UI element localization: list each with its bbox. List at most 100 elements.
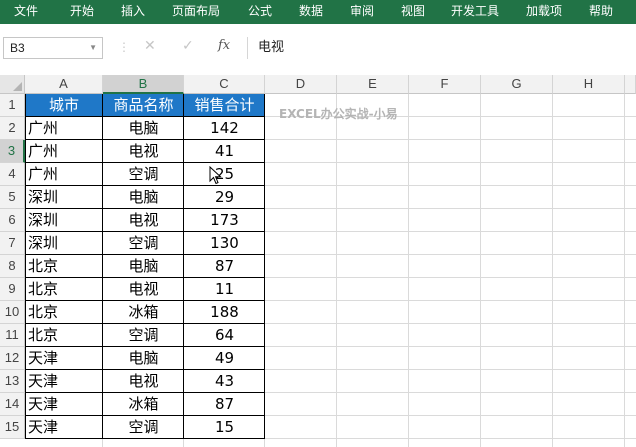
cell-city[interactable]: 北京 (25, 301, 103, 324)
column-header-h[interactable]: H (553, 75, 625, 94)
header-sales[interactable]: 销售合计 (184, 94, 265, 117)
cell-product[interactable]: 电脑 (103, 347, 184, 370)
cell-sales[interactable]: 15 (184, 416, 265, 439)
cell-city[interactable]: 广州 (25, 163, 103, 186)
cell-city[interactable]: 广州 (25, 117, 103, 140)
row-header-15[interactable]: 15 (0, 416, 25, 439)
tab-addins[interactable]: 加载项 (526, 0, 562, 24)
table-border (25, 185, 265, 186)
column-header-g[interactable]: G (481, 75, 553, 94)
cell-city[interactable]: 天津 (25, 370, 103, 393)
cell-sales[interactable]: 25 (184, 163, 265, 186)
cell-sales[interactable]: 130 (184, 232, 265, 255)
table-border (25, 254, 265, 255)
row-header-10[interactable]: 10 (0, 301, 25, 324)
row-header-12[interactable]: 12 (0, 347, 25, 370)
cell-city[interactable]: 天津 (25, 416, 103, 439)
table-border (102, 94, 103, 439)
tab-file[interactable]: 文件 (14, 0, 38, 24)
table-border (264, 94, 265, 439)
tab-view[interactable]: 视图 (401, 0, 425, 24)
cell-product[interactable]: 空调 (103, 416, 184, 439)
cell-product[interactable]: 空调 (103, 324, 184, 347)
fx-icon[interactable]: fx (218, 38, 230, 53)
row-header-3[interactable]: 3 (0, 140, 25, 163)
row-header-4[interactable]: 4 (0, 163, 25, 186)
column-header-d[interactable]: D (265, 75, 337, 94)
row-header-11[interactable]: 11 (0, 324, 25, 347)
cell-sales[interactable]: 64 (184, 324, 265, 347)
chevron-down-icon[interactable]: ▼ (89, 38, 97, 58)
cell-sales[interactable]: 142 (184, 117, 265, 140)
cell-city[interactable]: 深圳 (25, 232, 103, 255)
close-icon[interactable]: ✕ (144, 38, 156, 54)
tab-review[interactable]: 审阅 (350, 0, 374, 24)
cell-city[interactable]: 北京 (25, 255, 103, 278)
row-header-9[interactable]: 9 (0, 278, 25, 301)
row-header-6[interactable]: 6 (0, 209, 25, 232)
column-header-c[interactable]: C (184, 75, 265, 94)
formula-bar: B3 ▼ ⋮ ✕ ✓ fx 电视 (0, 24, 636, 75)
table-border (25, 346, 265, 347)
cell-city[interactable]: 北京 (25, 324, 103, 347)
tab-insert[interactable]: 插入 (121, 0, 145, 24)
cell-product[interactable]: 空调 (103, 232, 184, 255)
cell-city[interactable]: 广州 (25, 140, 103, 163)
column-header-e[interactable]: E (337, 75, 409, 94)
row-header-1[interactable]: 1 (0, 94, 25, 117)
header-city[interactable]: 城市 (25, 94, 103, 117)
column-header-i[interactable] (625, 75, 636, 94)
table-border (25, 231, 265, 232)
column-header-a[interactable]: A (25, 75, 103, 94)
cell-city[interactable]: 北京 (25, 278, 103, 301)
cell-sales[interactable]: 188 (184, 301, 265, 324)
cell-product[interactable]: 电视 (103, 278, 184, 301)
cell-city[interactable]: 深圳 (25, 209, 103, 232)
cell-city[interactable]: 天津 (25, 347, 103, 370)
cell-sales[interactable]: 87 (184, 255, 265, 278)
row-header-8[interactable]: 8 (0, 255, 25, 278)
column-header-b[interactable]: B (103, 75, 184, 94)
drag-handle-icon[interactable]: ⋮ (118, 40, 130, 54)
cell-sales[interactable]: 43 (184, 370, 265, 393)
table-border (25, 392, 265, 393)
tab-home[interactable]: 开始 (70, 0, 94, 24)
row-header-7[interactable]: 7 (0, 232, 25, 255)
cell-sales[interactable]: 11 (184, 278, 265, 301)
cell-product[interactable]: 空调 (103, 163, 184, 186)
name-box[interactable]: B3 ▼ (3, 37, 103, 59)
cell-sales[interactable]: 29 (184, 186, 265, 209)
tab-formulas[interactable]: 公式 (248, 0, 272, 24)
row-header-5[interactable]: 5 (0, 186, 25, 209)
tab-data[interactable]: 数据 (299, 0, 323, 24)
cell-sales[interactable]: 87 (184, 393, 265, 416)
cell-product[interactable]: 冰箱 (103, 393, 184, 416)
cell-product[interactable]: 电脑 (103, 117, 184, 140)
table-border (25, 369, 265, 370)
cell-product[interactable]: 电视 (103, 370, 184, 393)
table-border (25, 94, 26, 439)
table-border (25, 208, 265, 209)
cell-product[interactable]: 电脑 (103, 186, 184, 209)
row-header-2[interactable]: 2 (0, 117, 25, 140)
cell-product[interactable]: 冰箱 (103, 301, 184, 324)
cell-city[interactable]: 天津 (25, 393, 103, 416)
cell-product[interactable]: 电脑 (103, 255, 184, 278)
cell-sales[interactable]: 41 (184, 140, 265, 163)
cell-sales[interactable]: 49 (184, 347, 265, 370)
tab-page-layout[interactable]: 页面布局 (172, 0, 220, 24)
cell-city[interactable]: 深圳 (25, 186, 103, 209)
row-header-14[interactable]: 14 (0, 393, 25, 416)
check-icon[interactable]: ✓ (182, 38, 194, 54)
cell-product[interactable]: 电视 (103, 140, 184, 163)
row-header-13[interactable]: 13 (0, 370, 25, 393)
select-all-button[interactable] (0, 75, 25, 94)
tab-help[interactable]: 帮助 (589, 0, 613, 24)
cell-product[interactable]: 电视 (103, 209, 184, 232)
worksheet-grid[interactable]: A B C D E F G H 1 2 3 4 5 6 7 8 9 10 11 12 13 14 15 城市… (0, 75, 636, 447)
tab-developer[interactable]: 开发工具 (451, 0, 499, 24)
column-header-f[interactable]: F (409, 75, 481, 94)
formula-input[interactable]: 电视 (258, 37, 284, 59)
cell-sales[interactable]: 173 (184, 209, 265, 232)
header-product[interactable]: 商品名称 (103, 94, 184, 117)
